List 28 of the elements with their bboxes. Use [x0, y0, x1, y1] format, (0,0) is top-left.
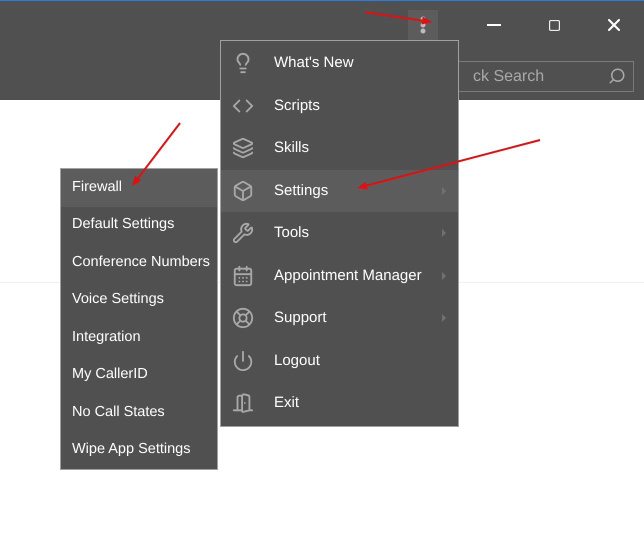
menu-item[interactable]: Logout — [221, 340, 458, 382]
submenu-item[interactable]: Wipe App Settings — [61, 432, 217, 469]
door-icon — [232, 392, 254, 414]
submenu-item[interactable]: Voice Settings — [61, 282, 217, 319]
wrench-icon — [232, 222, 254, 244]
annotation-arrow — [132, 122, 181, 186]
submenu-item[interactable]: Integration — [61, 319, 217, 356]
menu-item[interactable]: Support — [221, 297, 458, 340]
submenu-item[interactable]: No Call States — [61, 394, 217, 432]
more-menu-button[interactable] — [408, 10, 438, 40]
power-icon — [232, 350, 254, 372]
submenu-item[interactable]: Default Settings — [61, 206, 217, 244]
brick-icon — [232, 180, 254, 202]
menu-item[interactable]: Exit — [221, 382, 458, 424]
menu-item[interactable]: Appointment Manager — [221, 254, 458, 297]
stack-icon — [232, 137, 254, 160]
annotation-arrow — [364, 11, 432, 24]
menu-item[interactable]: Settings — [221, 170, 458, 212]
submenu-item[interactable]: Conference Numbers — [61, 244, 217, 282]
calendar-icon — [232, 264, 254, 287]
submenu-item[interactable]: Firewall — [61, 169, 217, 206]
submenu-item[interactable]: My CallerID — [61, 356, 217, 394]
menu-item[interactable]: Skills — [221, 127, 458, 170]
minimize-icon — [487, 24, 501, 26]
menu-item[interactable]: Tools — [221, 212, 458, 254]
search-icon[interactable] — [608, 67, 626, 85]
maximize-icon — [548, 18, 560, 32]
lifebuoy-icon — [232, 307, 254, 330]
